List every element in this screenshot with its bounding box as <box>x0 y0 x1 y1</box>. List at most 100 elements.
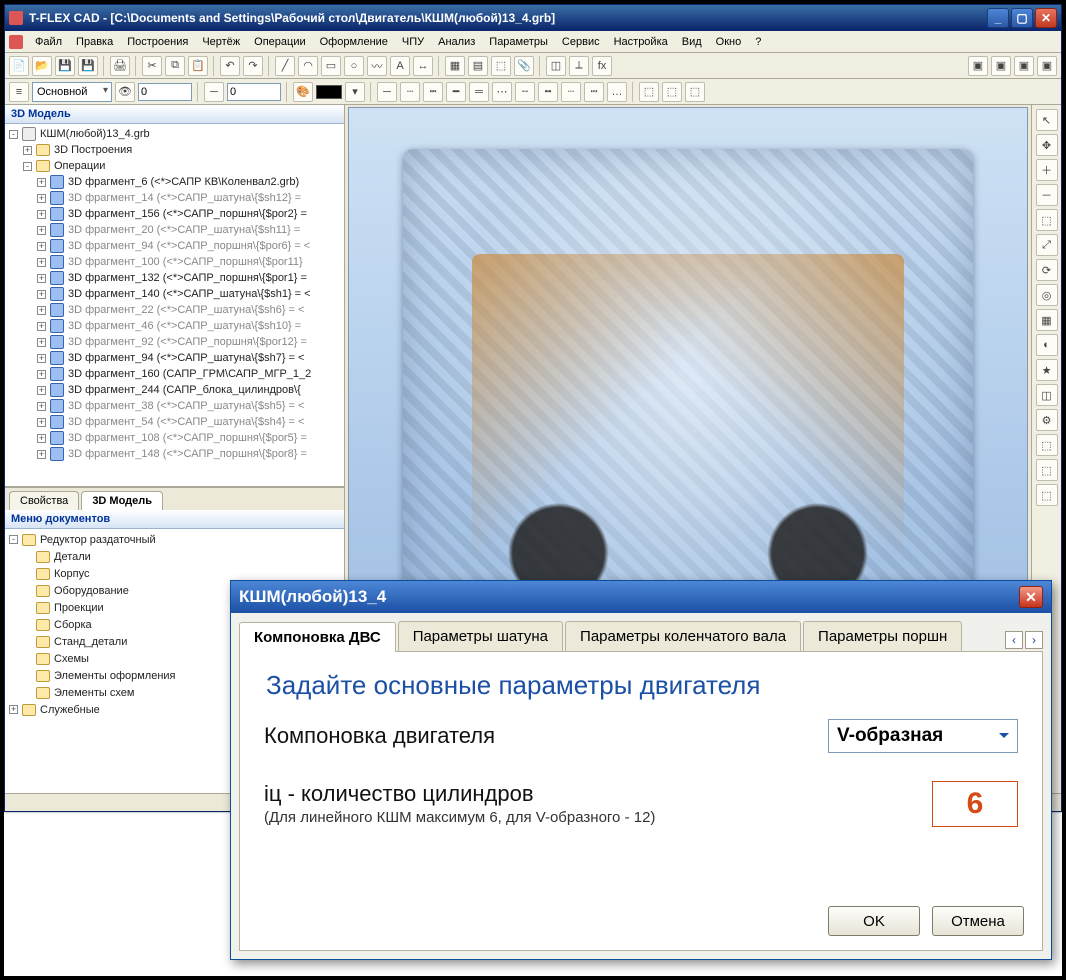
lt11-icon[interactable]: … <box>607 82 627 102</box>
shading-icon[interactable]: ◐ <box>1036 334 1058 356</box>
new-icon[interactable]: 📄 <box>9 56 29 76</box>
tree-node[interactable]: +3D фрагмент_94 (<*>САПР_поршня\{$por6} … <box>9 238 340 254</box>
tree-node[interactable]: +3D фрагмент_108 (<*>САПР_поршня\{$por5}… <box>9 430 340 446</box>
circle-icon[interactable]: ○ <box>344 56 364 76</box>
tree-node[interactable]: -Операции <box>9 158 340 174</box>
render-icon[interactable]: ★ <box>1036 359 1058 381</box>
collapse-icon[interactable]: - <box>9 130 18 139</box>
field-a[interactable]: 0 <box>138 83 192 101</box>
tree-node[interactable]: +3D фрагмент_46 (<*>САПР_шатуна\{$sh10} … <box>9 318 340 334</box>
cut-icon[interactable]: ✂ <box>142 56 162 76</box>
menu-окно[interactable]: Окно <box>710 34 748 50</box>
tabs-scroll-right-icon[interactable]: › <box>1025 631 1043 649</box>
tabs-scroll-left-icon[interactable]: ‹ <box>1005 631 1023 649</box>
menu-вид[interactable]: Вид <box>676 34 708 50</box>
view1-icon[interactable]: ▣ <box>968 56 988 76</box>
tree-node[interactable]: +3D фрагмент_22 (<*>САПР_шатуна\{$sh6} =… <box>9 302 340 318</box>
menu-параметры[interactable]: Параметры <box>483 34 554 50</box>
lt10-icon[interactable]: ┉ <box>584 82 604 102</box>
redo-icon[interactable]: ↷ <box>243 56 263 76</box>
color-swatch[interactable] <box>316 85 342 99</box>
orbit-icon[interactable]: ◎ <box>1036 284 1058 306</box>
zoom-out-icon[interactable]: － <box>1036 184 1058 206</box>
menu-построения[interactable]: Построения <box>121 34 194 50</box>
cursor-icon[interactable]: ↖ <box>1036 109 1058 131</box>
tree-node[interactable]: -Редуктор раздаточный <box>9 531 340 548</box>
close-button[interactable]: ✕ <box>1035 8 1057 28</box>
copy-icon[interactable]: ⧉ <box>165 56 185 76</box>
menu-файл[interactable]: Файл <box>29 34 68 50</box>
tree-node[interactable]: +3D Построения <box>9 142 340 158</box>
expand-icon[interactable]: + <box>37 194 46 203</box>
save-icon[interactable]: 💾 <box>55 56 75 76</box>
tree-node[interactable]: +3D фрагмент_148 (<*>САПР_поршня\{$por8}… <box>9 446 340 462</box>
menu-правка[interactable]: Правка <box>70 34 119 50</box>
cylinders-input[interactable]: 6 <box>932 781 1018 827</box>
expand-icon[interactable]: + <box>37 386 46 395</box>
lt1-icon[interactable]: ─ <box>377 82 397 102</box>
menu-сервис[interactable]: Сервис <box>556 34 606 50</box>
view4-icon[interactable]: ▣ <box>1037 56 1057 76</box>
view3-icon[interactable]: ▣ <box>1014 56 1034 76</box>
line-icon[interactable]: ╱ <box>275 56 295 76</box>
lt8-icon[interactable]: ╍ <box>538 82 558 102</box>
tree-node[interactable]: +3D фрагмент_160 (САПР_ГРМ\САПР_МГР_1_2 <box>9 366 340 382</box>
collapse-icon[interactable]: - <box>9 535 18 544</box>
expand-icon[interactable]: + <box>37 306 46 315</box>
tree-node[interactable]: +3D фрагмент_54 (<*>САПР_шатуна\{$sh4} =… <box>9 414 340 430</box>
tree-node[interactable]: +3D фрагмент_14 (<*>САПР_шатуна\{$sh12} … <box>9 190 340 206</box>
attach-icon[interactable]: 📎 <box>514 56 534 76</box>
zoom-in-icon[interactable]: ＋ <box>1036 159 1058 181</box>
zoom-window-icon[interactable]: ⬚ <box>1036 209 1058 231</box>
linetype-icon[interactable]: ─ <box>204 82 224 102</box>
opt3-icon[interactable]: ⬚ <box>1036 459 1058 481</box>
tab-layout[interactable]: Компоновка ДВС <box>239 622 396 652</box>
expand-icon[interactable]: + <box>23 146 32 155</box>
layer-combo[interactable]: Основной <box>32 82 112 102</box>
menu-анализ[interactable]: Анализ <box>432 34 481 50</box>
colorpick-icon[interactable]: 🎨 <box>293 82 313 102</box>
menu-настройка[interactable]: Настройка <box>608 34 674 50</box>
dim-icon[interactable]: ↔ <box>413 56 433 76</box>
tree-node[interactable]: +3D фрагмент_92 (<*>САПР_поршня\{$por12}… <box>9 334 340 350</box>
lt5-icon[interactable]: ═ <box>469 82 489 102</box>
expand-icon[interactable]: + <box>37 226 46 235</box>
layer-icon[interactable]: ▤ <box>468 56 488 76</box>
tab-piston-params[interactable]: Параметры поршн <box>803 621 962 651</box>
menu-чертёж[interactable]: Чертёж <box>196 34 246 50</box>
expand-icon[interactable]: + <box>37 418 46 427</box>
opt1-icon[interactable]: ⚙ <box>1036 409 1058 431</box>
layer-btn-icon[interactable]: ≡ <box>9 82 29 102</box>
collapse-icon[interactable]: - <box>23 162 32 171</box>
tree-node[interactable]: +3D фрагмент_156 (<*>САПР_поршня\{$por2}… <box>9 206 340 222</box>
tree-node[interactable]: +3D фрагмент_140 (<*>САПР_шатуна\{$sh1} … <box>9 286 340 302</box>
zoom-fit-icon[interactable]: ⤢ <box>1036 234 1058 256</box>
tree-node[interactable]: +3D фрагмент_94 (<*>САПР_шатуна\{$sh7} =… <box>9 350 340 366</box>
print-icon[interactable]: 🖨 <box>110 56 130 76</box>
saveall-icon[interactable]: 💾 <box>78 56 98 76</box>
wireframe-icon[interactable]: ▦ <box>1036 309 1058 331</box>
expand-icon[interactable]: + <box>37 402 46 411</box>
extra3-icon[interactable]: ⬚ <box>685 82 705 102</box>
paste-icon[interactable]: 📋 <box>188 56 208 76</box>
tree-node[interactable]: +3D фрагмент_100 (<*>САПР_поршня\{$por11… <box>9 254 340 270</box>
arc-icon[interactable]: ◠ <box>298 56 318 76</box>
menu-чпу[interactable]: ЧПУ <box>396 34 430 50</box>
tree-node[interactable]: +3D фрагмент_20 (<*>САПР_шатуна\{$sh11} … <box>9 222 340 238</box>
visibility-icon[interactable]: 👁 <box>115 82 135 102</box>
expand-icon[interactable]: + <box>37 274 46 283</box>
tree-node[interactable]: +3D фрагмент_132 (<*>САПР_поршня\{$por1}… <box>9 270 340 286</box>
layout-select[interactable]: V-образная <box>828 719 1018 753</box>
pan-icon[interactable]: ✥ <box>1036 134 1058 156</box>
field-b[interactable]: 0 <box>227 83 281 101</box>
expand-icon[interactable]: + <box>37 178 46 187</box>
tree-node[interactable]: +3D фрагмент_38 (<*>САПР_шатуна\{$sh5} =… <box>9 398 340 414</box>
params-icon[interactable]: fx <box>592 56 612 76</box>
ok-button[interactable]: OK <box>828 906 920 936</box>
group-icon[interactable]: ⬚ <box>491 56 511 76</box>
tree-node[interactable]: +3D фрагмент_244 (САПР_блока_цилиндров\{ <box>9 382 340 398</box>
opt2-icon[interactable]: ⬚ <box>1036 434 1058 456</box>
text-icon[interactable]: A <box>390 56 410 76</box>
expand-icon[interactable]: + <box>37 258 46 267</box>
tab-rod-params[interactable]: Параметры шатуна <box>398 621 563 651</box>
